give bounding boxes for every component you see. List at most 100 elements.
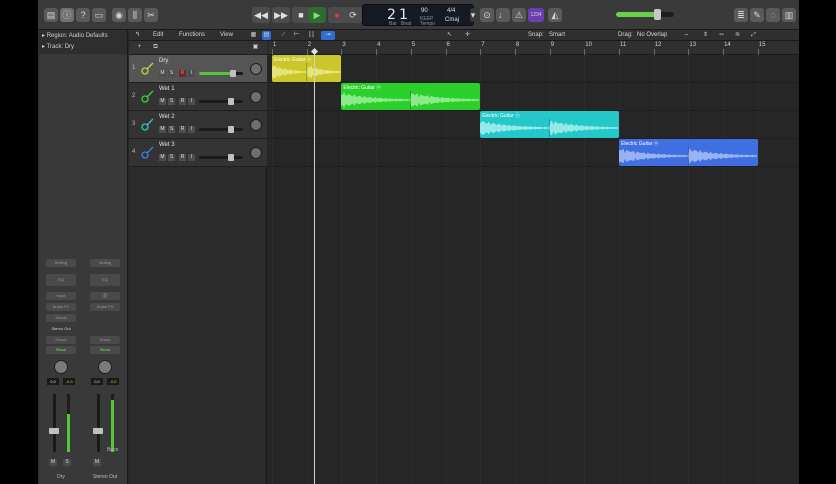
strip-solo-button[interactable]: S — [63, 459, 71, 466]
track-header-4[interactable]: 4 Wet 3 M S R I — [129, 139, 267, 167]
tracks-area[interactable]: 1 2 3 4 5 6 7 8 9 10 11 12 13 14 15 Electric Guitar ⓞ … — [268, 41, 799, 484]
library-icon[interactable]: ▤ — [44, 8, 58, 22]
catch-icon[interactable]: ⇥ — [321, 31, 335, 40]
horizontal-zoom-icon[interactable]: ⇿ — [717, 31, 726, 40]
solo-icon[interactable]: ⚠ — [512, 8, 526, 22]
track-pan-knob[interactable] — [250, 63, 262, 75]
track-header-1[interactable]: 1 Dry M S R I — [129, 55, 267, 83]
input-monitor-button[interactable]: I — [188, 70, 195, 77]
master-volume-knob[interactable] — [653, 9, 661, 20]
input-button[interactable]: Input — [46, 292, 76, 300]
global-tracks-icon[interactable]: ▣ — [251, 43, 260, 52]
track-pan-knob[interactable] — [250, 147, 262, 159]
lcd-menu-icon[interactable]: ▾ — [470, 8, 476, 22]
eq-button[interactable]: EQ — [46, 274, 76, 286]
mixer-icon[interactable]: ⫼ — [128, 8, 142, 22]
track-volume-slider[interactable] — [199, 98, 243, 105]
track-lane[interactable] — [268, 55, 799, 83]
flex-icon[interactable]: ⊢ — [292, 31, 301, 40]
forward-button[interactable]: ▶▶ — [272, 7, 290, 23]
snap-dropdown[interactable]: Smart — [549, 32, 565, 38]
mute-button[interactable]: M — [159, 98, 166, 105]
input-monitor-button[interactable]: I — [188, 154, 195, 161]
track-pan-knob[interactable] — [250, 119, 262, 131]
editors-icon[interactable]: ✂ — [144, 8, 158, 22]
list-editors-icon[interactable]: ≣ — [734, 8, 748, 22]
quick-help-icon[interactable]: ? — [76, 8, 90, 22]
replace-icon[interactable]: ⊙ — [480, 8, 494, 22]
bar-ruler[interactable]: 1 2 3 4 5 6 7 8 9 10 11 12 13 14 15 — [268, 41, 799, 55]
master-volume-slider[interactable] — [616, 9, 674, 20]
pencil-tool-icon[interactable]: ✛ — [463, 31, 472, 40]
record-enable-button[interactable]: R — [179, 126, 186, 133]
automation-icon[interactable]: ⟋ — [279, 31, 288, 40]
solo-button[interactable]: S — [168, 126, 175, 133]
track-name[interactable]: Wet 3 — [159, 142, 175, 148]
waveform-view-icon[interactable]: ▤ — [262, 31, 271, 40]
track-header-2[interactable]: 2 Wet 1 M S R I — [129, 83, 267, 111]
track-volume-slider[interactable] — [199, 126, 243, 133]
drag-dropdown[interactable]: No Overlap — [637, 32, 667, 38]
audio-fx-button[interactable]: Audio FX — [90, 303, 120, 311]
mute-button[interactable]: M — [159, 126, 166, 133]
toolbar-icon[interactable]: ▭ — [92, 8, 106, 22]
metronome-icon[interactable]: ◭ — [548, 8, 562, 22]
count-in-badge[interactable]: 1234 — [528, 8, 544, 22]
inspector-icon[interactable]: ⓘ — [60, 8, 74, 22]
track-volume-slider[interactable] — [199, 154, 243, 161]
pan-knob[interactable] — [54, 360, 68, 374]
record-enable-button[interactable]: R — [179, 154, 186, 161]
track-pan-knob[interactable] — [250, 91, 262, 103]
group-button[interactable]: Group — [90, 336, 120, 344]
setting-button[interactable]: Setting — [90, 259, 120, 267]
track-name[interactable]: Dry — [159, 58, 168, 64]
audio-region[interactable]: Electric Guitar ⓞ — [272, 55, 342, 82]
pan-knob[interactable] — [98, 360, 112, 374]
link-icon[interactable]: ◎ — [90, 292, 120, 300]
pointer-tool-icon[interactable]: ↖ — [445, 31, 454, 40]
back-icon[interactable]: ↰ — [133, 31, 142, 40]
expand-icon[interactable]: ⤢ — [749, 31, 758, 40]
vertical-zoom-icon[interactable]: ⇕ — [701, 31, 710, 40]
add-track-icon[interactable]: + — [135, 43, 144, 52]
sends-button[interactable]: Sends — [46, 314, 76, 322]
view-menu[interactable]: View — [220, 32, 233, 38]
solo-button[interactable]: S — [168, 154, 175, 161]
group-button[interactable]: Group — [46, 336, 76, 344]
audio-region[interactable]: Electric Guitar ⓞ — [341, 83, 481, 110]
output-button[interactable]: Stereo Out — [46, 325, 76, 333]
grid-view-icon[interactable]: ▦ — [249, 31, 258, 40]
strip-mute-button[interactable]: M — [49, 459, 57, 466]
browser-icon[interactable]: ▥ — [782, 8, 796, 22]
audio-fx-button[interactable]: Audio FX — [46, 303, 76, 311]
waveform-zoom-icon[interactable]: ≋ — [733, 31, 742, 40]
cycle-button[interactable]: ⟳ — [344, 7, 362, 23]
edit-menu[interactable]: Edit — [153, 32, 163, 38]
input-monitor-button[interactable]: I — [188, 126, 195, 133]
track-inspector-header[interactable]: ▸ Track: Dry — [38, 41, 128, 53]
bounce-label[interactable]: Bnce — [107, 447, 118, 453]
volume-fader-track[interactable] — [97, 394, 100, 452]
track-volume-knob[interactable] — [230, 70, 237, 77]
audio-region[interactable]: Electric Guitar ⓞ — [480, 111, 619, 138]
loop-browser-icon[interactable]: ◌ — [766, 8, 780, 22]
input-monitor-button[interactable]: I — [188, 98, 195, 105]
lcd-display[interactable]: 2 1 Bar Beat 90 KEEP Tempo 4/4 Cmaj — [362, 4, 474, 27]
functions-menu[interactable]: Functions — [179, 32, 205, 38]
track-volume-knob[interactable] — [227, 126, 234, 133]
track-volume-knob[interactable] — [227, 154, 234, 161]
track-volume-slider[interactable] — [199, 70, 243, 77]
play-button[interactable]: ▶ — [308, 7, 326, 23]
volume-fader-cap[interactable] — [49, 428, 59, 434]
setting-button[interactable]: Setting — [46, 259, 76, 267]
tuner-icon[interactable]: ♩ — [496, 8, 510, 22]
volume-fader-track[interactable] — [53, 394, 56, 452]
track-volume-knob[interactable] — [227, 98, 234, 105]
audio-region[interactable]: Electric Guitar ⓞ — [619, 139, 758, 166]
automation-button[interactable]: Read — [46, 346, 76, 354]
mute-button[interactable]: M — [159, 154, 166, 161]
zoom-fit-icon[interactable]: ⇔ — [682, 31, 691, 40]
strip-mute-button[interactable]: M — [93, 459, 101, 466]
eq-button[interactable]: EQ — [90, 274, 120, 286]
automation-button[interactable]: Read — [90, 346, 120, 354]
